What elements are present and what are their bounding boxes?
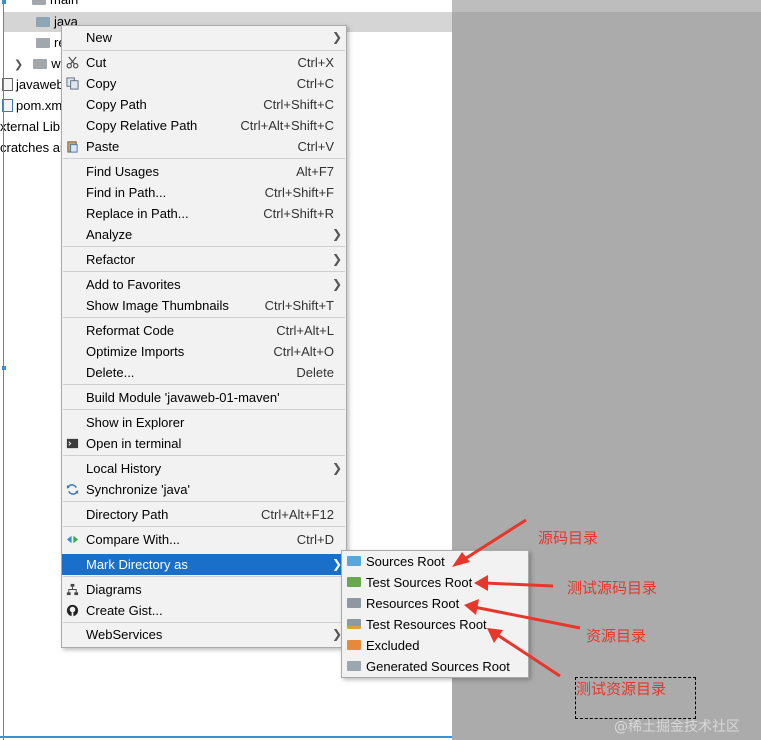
watermark: @稀土掘金技术社区 bbox=[614, 719, 740, 735]
annotation-arrows bbox=[452, 518, 581, 678]
annotation-test-sources-label: 测试源码目录 bbox=[567, 579, 658, 597]
arrow-sources bbox=[452, 518, 527, 567]
arrow-test-sources bbox=[474, 575, 554, 591]
arrow-resources bbox=[464, 599, 581, 630]
annotation-sources-label: 源码目录 bbox=[538, 529, 599, 547]
annotation-resources-label: 资源目录 bbox=[586, 627, 647, 645]
annotation-test-resources-label: 测试资源目录 bbox=[576, 680, 667, 698]
arrow-test-resources bbox=[487, 628, 561, 678]
